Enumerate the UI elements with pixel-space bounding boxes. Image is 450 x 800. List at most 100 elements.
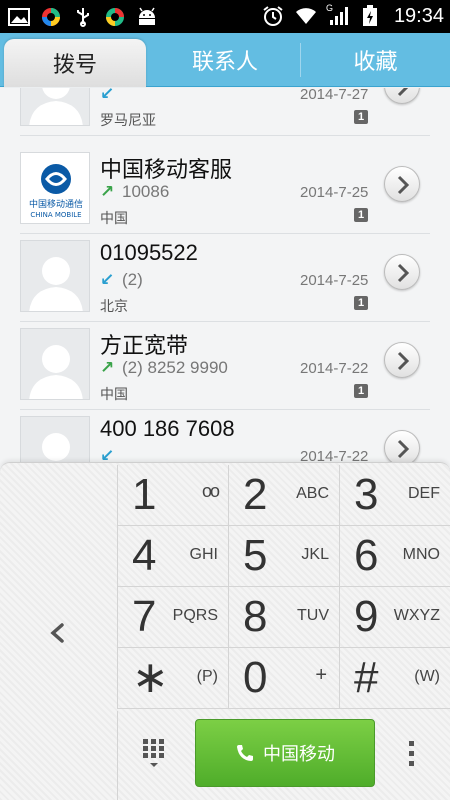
key-letters: + bbox=[315, 664, 327, 686]
key-7[interactable]: 7 PQRS bbox=[118, 587, 229, 648]
chevron-right-icon bbox=[397, 351, 410, 371]
tab-dialer[interactable]: 拨号 bbox=[4, 39, 146, 87]
battery-icon bbox=[362, 5, 384, 27]
key-digit: # bbox=[354, 653, 379, 702]
overflow-menu-button[interactable] bbox=[402, 737, 422, 771]
cell-signal-icon: G bbox=[325, 3, 352, 27]
key-digit: 6 bbox=[354, 531, 379, 580]
china-mobile-logo: 中国移动通信 CHINA MOBILE bbox=[20, 152, 90, 224]
sim-badge: 1 bbox=[354, 296, 368, 310]
default-avatar-icon bbox=[20, 328, 90, 400]
key-digit: ∗ bbox=[132, 653, 169, 702]
call-details-button[interactable] bbox=[384, 166, 420, 202]
key-0[interactable]: 0 + bbox=[229, 648, 340, 709]
sim-badge: 1 bbox=[354, 384, 368, 398]
call-log-row[interactable]: ↙ 2014-7-27 罗马尼亚 1 bbox=[20, 88, 430, 136]
key-digit: 2 bbox=[243, 470, 268, 519]
key-digit: 8 bbox=[243, 592, 268, 641]
key-4[interactable]: 4 GHI bbox=[118, 526, 229, 587]
key-letters: TUV bbox=[297, 607, 329, 624]
key-1[interactable]: 1 oo bbox=[118, 465, 229, 526]
network-type-label: G bbox=[325, 3, 333, 13]
wifi-icon bbox=[294, 5, 316, 27]
tab-favorites[interactable]: 收藏 bbox=[301, 33, 450, 87]
key-digit: 1 bbox=[132, 470, 157, 519]
dialpad-keys: 1 oo 2 ABC 3 DEF 4 GHI 5 JKL 6 MNO 7 PQR… bbox=[117, 465, 450, 709]
call-location: 北京 bbox=[100, 298, 128, 314]
key-letters: (P) bbox=[196, 668, 218, 685]
call-log-row[interactable]: 中国移动通信 CHINA MOBILE 中国移动客服 ↗ 10086 2014-… bbox=[20, 146, 430, 234]
chevron-left-icon bbox=[50, 623, 64, 643]
status-bar: G 19:34 bbox=[0, 0, 450, 33]
call-details-button[interactable] bbox=[384, 342, 420, 378]
call-date: 2014-7-22 bbox=[300, 360, 369, 377]
android-icon bbox=[136, 6, 158, 28]
tab-contacts[interactable]: 联系人 bbox=[150, 33, 300, 87]
call-details-button[interactable] bbox=[384, 254, 420, 290]
key-letters: JKL bbox=[301, 546, 329, 563]
clock: 19:34 bbox=[393, 5, 444, 27]
hide-dialpad-button[interactable] bbox=[40, 613, 76, 653]
dialpad-toggle-button[interactable] bbox=[140, 735, 168, 771]
sim-badge: 1 bbox=[354, 110, 368, 124]
chevron-right-icon bbox=[397, 263, 410, 283]
call-log-row[interactable]: 01095522 ↙ (2) 2014-7-25 北京 1 bbox=[20, 234, 430, 322]
call-log-row[interactable]: 400 186 7608 ↙ 2014-7-22 bbox=[20, 410, 430, 468]
key-letters: ABC bbox=[296, 485, 329, 502]
key-letters: DEF bbox=[408, 485, 440, 502]
tab-dialer-label: 拨号 bbox=[52, 52, 97, 77]
chevron-right-icon bbox=[397, 88, 409, 97]
app-notification-icon bbox=[40, 6, 62, 28]
dialpad-bottom-bar: 中国移动 bbox=[117, 711, 450, 800]
outgoing-call-icon: ↗ bbox=[100, 182, 115, 201]
call-log-row[interactable]: 方正宽带 ↗ (2) 8252 9990 2014-7-22 中国 1 bbox=[20, 322, 430, 410]
key-digit: 4 bbox=[132, 531, 157, 580]
call-location: 中国 bbox=[100, 386, 128, 402]
call-details-button[interactable] bbox=[384, 88, 420, 104]
gallery-notification-icon bbox=[8, 6, 30, 28]
alarm-icon bbox=[262, 5, 284, 27]
sim-badge: 1 bbox=[354, 208, 368, 222]
contact-name: 01095522 bbox=[100, 240, 198, 265]
default-avatar-icon bbox=[20, 88, 90, 126]
key-star[interactable]: ∗ (P) bbox=[118, 648, 229, 709]
svg-text:CHINA MOBILE: CHINA MOBILE bbox=[30, 211, 81, 219]
key-pound[interactable]: # (W) bbox=[340, 648, 450, 709]
call-button[interactable]: 中国移动 bbox=[195, 719, 375, 787]
key-2[interactable]: 2 ABC bbox=[229, 465, 340, 526]
key-letters: WXYZ bbox=[393, 607, 440, 624]
call-log-list[interactable]: ↙ 2014-7-27 罗马尼亚 1 中国移动通信 CHINA MOBILE 中… bbox=[0, 88, 450, 468]
call-date: 2014-7-25 bbox=[300, 184, 369, 201]
call-details-button[interactable] bbox=[384, 430, 420, 466]
key-letters: (W) bbox=[414, 668, 440, 685]
incoming-call-icon: ↙ bbox=[100, 88, 115, 103]
contact-name: 中国移动客服 bbox=[100, 157, 233, 182]
svg-text:中国移动通信: 中国移动通信 bbox=[29, 198, 83, 210]
key-9[interactable]: 9 WXYZ bbox=[340, 587, 450, 648]
call-number: (2) bbox=[122, 270, 143, 289]
key-digit: 5 bbox=[243, 531, 268, 580]
call-location: 罗马尼亚 bbox=[100, 112, 156, 128]
tab-contacts-label: 联系人 bbox=[191, 49, 258, 74]
dialpad: 1 oo 2 ABC 3 DEF 4 GHI 5 JKL 6 MNO 7 PQR… bbox=[0, 462, 450, 800]
key-digit: 7 bbox=[132, 592, 157, 641]
key-digit: 0 bbox=[243, 653, 268, 702]
call-date: 2014-7-25 bbox=[300, 272, 369, 289]
key-3[interactable]: 3 DEF bbox=[340, 465, 450, 526]
default-avatar-icon bbox=[20, 240, 90, 312]
key-6[interactable]: 6 MNO bbox=[340, 526, 450, 587]
call-button-label: 中国移动 bbox=[263, 744, 335, 764]
key-5[interactable]: 5 JKL bbox=[229, 526, 340, 587]
contact-name: 400 186 7608 bbox=[100, 416, 235, 441]
voicemail-icon: oo bbox=[201, 481, 220, 501]
key-8[interactable]: 8 TUV bbox=[229, 587, 340, 648]
call-number: 10086 bbox=[122, 182, 170, 201]
phone-icon bbox=[237, 745, 253, 761]
overflow-menu-icon bbox=[409, 741, 414, 766]
incoming-call-icon: ↙ bbox=[100, 270, 115, 289]
call-number: (2) 8252 9990 bbox=[122, 358, 228, 377]
call-date: 2014-7-27 bbox=[300, 88, 369, 103]
tab-favorites-label: 收藏 bbox=[353, 49, 398, 74]
app-notification-icon-2 bbox=[104, 6, 126, 28]
tab-bar: 拨号 联系人 收藏 bbox=[0, 33, 450, 87]
